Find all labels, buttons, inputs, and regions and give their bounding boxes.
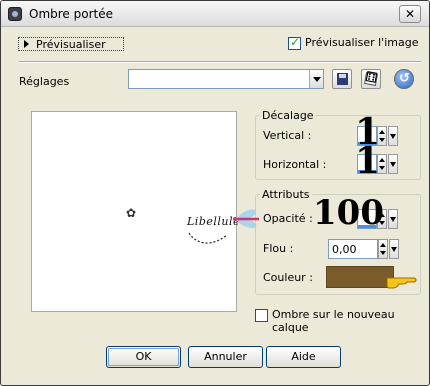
settings-dropdown[interactable] [128,69,324,89]
cancel-button[interactable]: Annuler [188,346,263,368]
drop-shadow-dialog: Ombre portée ✕ Prévisualiser Prévisualis… [0,0,430,386]
dragonfly-icon [188,209,259,244]
help-button[interactable]: Aide [266,346,341,368]
attributes-group-title: Attributs [260,188,312,201]
preview-toggle-label: Prévisualiser [36,38,106,51]
close-button[interactable]: ✕ [399,5,421,23]
separator [19,61,421,63]
horizontal-annotation: 1 [355,140,381,182]
preview-toolbar: Prévisualiser Prévisualiser l'image [9,34,421,54]
save-preset-button[interactable] [332,69,352,89]
blur-dropdown-arrow-icon[interactable] [389,239,399,259]
opacity-annotation: 100 [313,193,384,233]
blur-value: 0,00 [332,243,357,256]
flower-icon: ✿ [126,206,137,220]
ok-button[interactable]: OK [106,346,181,368]
pointing-hand-icon [386,277,417,289]
preview-toggle[interactable]: Prévisualiser [18,37,124,51]
preview-image-checkbox[interactable] [288,35,301,50]
vertical-dropdown-arrow-icon[interactable] [388,126,398,146]
horizontal-label: Horizontal : [263,158,327,171]
reset-button[interactable]: ↺ [394,69,414,89]
color-swatch[interactable] [326,266,394,288]
app-icon [8,7,22,21]
vertical-label: Vertical : [263,129,312,142]
dice-icon [364,72,378,86]
blur-spinner[interactable] [378,239,388,259]
color-label: Couleur : [263,271,313,284]
blur-input[interactable]: 0,00 [328,239,378,259]
settings-label: Réglages [19,75,70,88]
new-layer-label: Ombre sur le nouveau calque [272,308,395,334]
horizontal-dropdown-arrow-icon[interactable] [388,154,398,174]
opacity-dropdown-arrow-icon[interactable] [388,209,398,229]
randomize-button[interactable] [361,69,381,89]
offset-group-title: Décalage [260,109,316,122]
title-bar: Ombre portée ✕ [1,1,429,27]
window-title: Ombre portée [29,7,113,21]
watermark: Libellule [187,205,279,265]
preview-image-label: Prévisualiser l'image [305,36,419,49]
expand-triangle-icon [24,40,29,48]
reset-arrow-icon: ↺ [399,71,410,86]
new-layer-checkbox[interactable] [255,309,268,322]
dropdown-arrow-icon[interactable] [309,70,323,88]
floppy-disk-icon [337,73,348,85]
